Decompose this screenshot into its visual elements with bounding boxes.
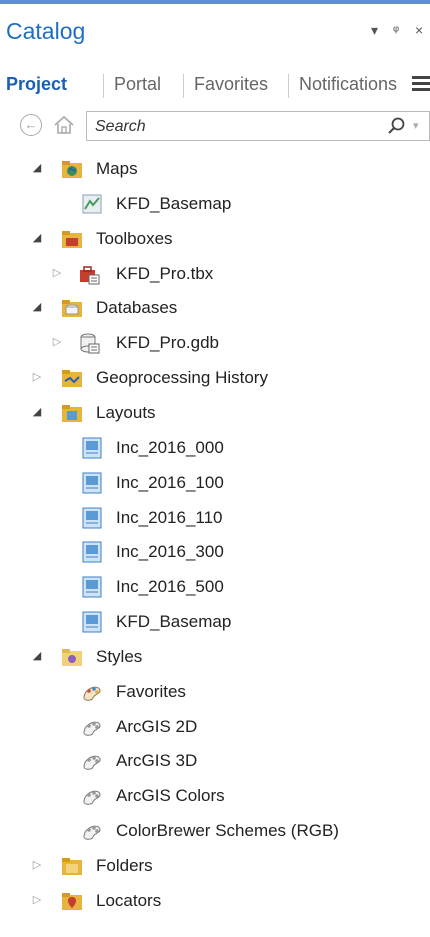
geodatabase-icon [80,333,100,354]
tree-item-label: ColorBrewer Schemes (RGB) [116,821,339,840]
close-pane-icon[interactable]: × [415,22,423,38]
expand-arrow-icon[interactable]: ▷ [30,893,44,907]
search-icon[interactable] [387,116,407,136]
tree-item[interactable]: KFD_Basemap [0,605,430,639]
tree-item[interactable]: ▷ Geoprocessing History [0,361,430,395]
search-field[interactable]: ▾ [86,111,430,141]
collapse-arrow-icon[interactable]: ◢ [30,161,44,175]
databases-folder-icon [62,300,82,317]
styles-folder-icon [62,649,82,666]
tree-item[interactable]: Inc_2016_500 [0,570,430,604]
maps-folder-icon [62,161,82,178]
tab-divider [183,74,184,98]
tree-item-label: ArcGIS Colors [116,786,225,805]
tree-item-label: KFD_Pro.tbx [116,264,214,283]
expand-arrow-icon[interactable]: ▷ [50,335,64,349]
tree-item-label: Databases [96,298,178,317]
tree-item-label: Styles [96,647,143,666]
tree-item[interactable]: ArcGIS 2D [0,710,430,744]
tree-item[interactable]: Inc_2016_000 [0,431,430,465]
tree-item[interactable]: Inc_2016_100 [0,466,430,500]
tree-item[interactable]: ArcGIS 3D [0,744,430,778]
collapse-arrow-icon[interactable]: ◢ [30,231,44,245]
layout-icon [82,611,102,633]
tab-divider [103,74,104,98]
tree-item-label: Locators [96,891,162,910]
tree-item-label: Layouts [96,403,156,422]
style-icon [83,755,101,770]
hamburger-menu-icon[interactable] [412,76,430,96]
tree-item[interactable]: ▷ KFD_Pro.tbx [0,257,430,291]
geoprocessing-history-icon [62,370,82,387]
style-icon [83,721,101,736]
tree-item-label: Geoprocessing History [96,368,268,387]
style-icon [83,825,101,840]
tree-item-label: Inc_2016_000 [116,438,224,457]
folders-icon [62,858,82,875]
tree-item-label: KFD_Basemap [116,612,232,631]
tree-item[interactable]: ◢ Toolboxes [0,222,430,256]
tree-item[interactable]: Favorites [0,675,430,709]
tree-item[interactable]: Inc_2016_110 [0,501,430,535]
tree-item-label: Toolboxes [96,229,173,248]
tree-item-label: Inc_2016_300 [116,542,224,561]
tree-item[interactable]: KFD_Basemap [0,187,430,221]
tree-item-label: Inc_2016_110 [116,508,223,527]
tree-item[interactable]: ◢ Styles [0,640,430,674]
tab-notifications[interactable]: Notifications [299,74,397,95]
tree-item-label: Favorites [116,682,186,701]
home-icon[interactable] [52,113,76,137]
collapse-arrow-icon[interactable]: ◢ [30,405,44,419]
tree-item[interactable]: ◢ Maps [0,152,430,186]
collapse-arrow-icon[interactable]: ◢ [30,300,44,314]
pane-title: Catalog [6,18,86,44]
back-arrow-icon[interactable]: ← [20,114,42,136]
tab-divider [288,74,289,98]
tree-item[interactable]: ▷ KFD_Pro.gdb [0,326,430,360]
expand-arrow-icon[interactable]: ▷ [50,266,64,280]
catalog-pane-header: Catalog ▾ ᵠ × [0,4,430,60]
layout-icon [82,472,102,494]
search-toolbar: ← ▾ [0,108,430,146]
tab-project[interactable]: Project [6,74,67,95]
tree-item[interactable]: ◢ Databases [0,291,430,325]
tree-item-label: Inc_2016_500 [116,577,224,596]
tree-item-label: KFD_Basemap [116,194,232,213]
tree-item-label: ArcGIS 2D [116,717,198,736]
tree-item[interactable]: ◢ Layouts [0,396,430,430]
tree-item[interactable]: Inc_2016_300 [0,535,430,569]
search-options-chevron-icon[interactable]: ▾ [413,119,419,132]
layout-icon [82,576,102,598]
layouts-folder-icon [62,405,82,422]
map-icon [82,194,102,214]
auto-hide-pin-icon[interactable]: ᵠ [393,22,399,38]
layout-icon [82,541,102,563]
search-input[interactable] [93,115,367,139]
style-icon [83,790,101,805]
expand-arrow-icon[interactable]: ▷ [30,858,44,872]
tree-item-label: Maps [96,159,138,178]
tree-item[interactable]: ▷ Locators [0,884,430,918]
toolboxes-folder-icon [62,231,82,248]
tree-item-label: Folders [96,856,153,875]
tab-favorites[interactable]: Favorites [194,74,268,95]
toolbox-icon [80,266,100,285]
tab-portal[interactable]: Portal [114,74,161,95]
tree-item-label: KFD_Pro.gdb [116,333,219,352]
pane-options-dropdown-icon[interactable]: ▾ [371,22,378,39]
layout-icon [82,507,102,529]
tree-item-label: Inc_2016_100 [116,473,224,492]
collapse-arrow-icon[interactable]: ◢ [30,649,44,663]
tree-item[interactable]: ▷ Folders [0,849,430,883]
layout-icon [82,437,102,459]
favorites-style-icon [83,686,101,701]
tree-item[interactable]: ArcGIS Colors [0,779,430,813]
expand-arrow-icon[interactable]: ▷ [30,370,44,384]
tree-item[interactable]: ColorBrewer Schemes (RGB) [0,814,430,848]
catalog-tab-strip: Project Portal Favorites Notifications [0,66,430,106]
tree-item-label: ArcGIS 3D [116,751,198,770]
locators-icon [62,893,82,910]
